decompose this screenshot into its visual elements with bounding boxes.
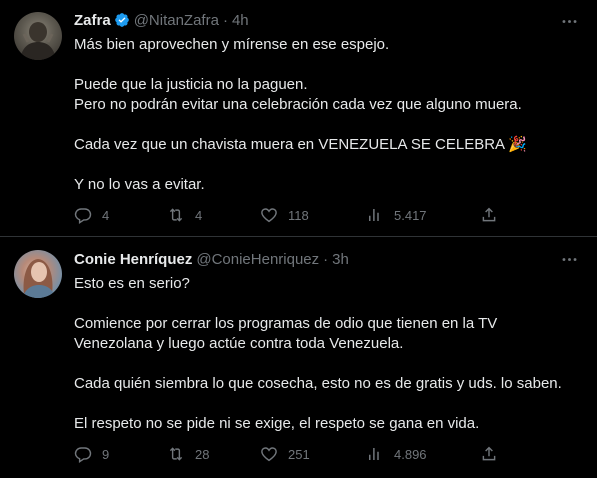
views-icon (366, 445, 384, 463)
reply-button[interactable]: 9 (74, 444, 109, 464)
tweet-text: Esto es en serio? Comience por cerrar lo… (74, 274, 579, 434)
like-count: 118 (288, 207, 309, 223)
views-count: 4.896 (394, 446, 427, 462)
more-icon[interactable] (559, 11, 579, 31)
reply-icon (74, 206, 92, 224)
avatar[interactable] (14, 250, 62, 298)
like-count: 251 (288, 446, 310, 462)
retweet-button[interactable]: 28 (167, 444, 209, 464)
avatar[interactable] (14, 12, 62, 60)
separator-dot: · (323, 251, 329, 268)
like-icon (260, 445, 278, 463)
share-button[interactable] (480, 444, 498, 464)
tweet-actions: 9 28 251 4.896 (74, 444, 504, 464)
author-handle[interactable]: @ConieHenriquez (196, 251, 319, 268)
tweet[interactable]: Zafra @NitanZafra · 4h Más bien aprovechen … (0, 0, 597, 236)
tweet-paragraph: Cada vez que un chavista muera en VENEZU… (74, 136, 528, 153)
retweet-count: 4 (195, 207, 203, 223)
author-name[interactable]: Conie Henríquez (74, 251, 192, 268)
retweet-button[interactable]: 4 (167, 205, 202, 225)
retweet-count: 28 (195, 446, 210, 462)
views-button[interactable]: 5.417 (366, 205, 427, 225)
tweet-paragraph: Cada quién siembra lo que cosecha, esto … (74, 375, 562, 392)
timestamp[interactable]: 4h (232, 12, 249, 29)
tweet-header: Conie Henríquez @ConieHenriquez · 3h (74, 250, 349, 270)
timestamp[interactable]: 3h (332, 251, 349, 268)
author-handle[interactable]: @NitanZafra (134, 12, 219, 29)
retweet-icon (167, 206, 185, 224)
tweet-paragraph: Puede que la justicia no la paguen. Pero… (74, 76, 522, 113)
tweet-paragraph: El respeto no se pide ni se exige, el re… (74, 415, 480, 432)
tweet-paragraph: Esto es en serio? (74, 275, 190, 292)
like-button[interactable]: 251 (260, 444, 310, 464)
tweet[interactable]: Conie Henríquez @ConieHenriquez · 3h Esto e… (0, 237, 597, 478)
like-button[interactable]: 118 (260, 205, 309, 225)
reply-icon (74, 445, 92, 463)
author-name[interactable]: Zafra (74, 12, 111, 29)
tweet-text: Más bien aprovechen y mírense en ese esp… (74, 35, 579, 195)
separator-dot: · (222, 12, 228, 29)
reply-count: 9 (102, 446, 110, 462)
tweet-paragraph: Y no lo vas a evitar. (74, 176, 205, 193)
tweet-paragraph: Más bien aprovechen y mírense en ese esp… (74, 36, 390, 53)
reply-button[interactable]: 4 (74, 205, 109, 225)
share-icon (480, 206, 498, 224)
tweet-header: Zafra @NitanZafra · 4h (74, 11, 249, 31)
tweet-paragraph: Comience por cerrar los programas de odi… (74, 315, 498, 352)
timeline-feed: Zafra @NitanZafra · 4h Más bien aprovechen … (0, 0, 597, 478)
share-icon (480, 445, 498, 463)
more-icon[interactable] (559, 249, 579, 269)
tweet-actions: 4 4 118 5.417 (74, 205, 504, 225)
verified-badge-icon (114, 12, 130, 28)
retweet-icon (167, 445, 185, 463)
like-icon (260, 206, 278, 224)
views-button[interactable]: 4.896 (366, 444, 427, 464)
views-count: 5.417 (394, 207, 427, 223)
reply-count: 4 (102, 207, 110, 223)
views-icon (366, 206, 384, 224)
share-button[interactable] (480, 205, 498, 225)
